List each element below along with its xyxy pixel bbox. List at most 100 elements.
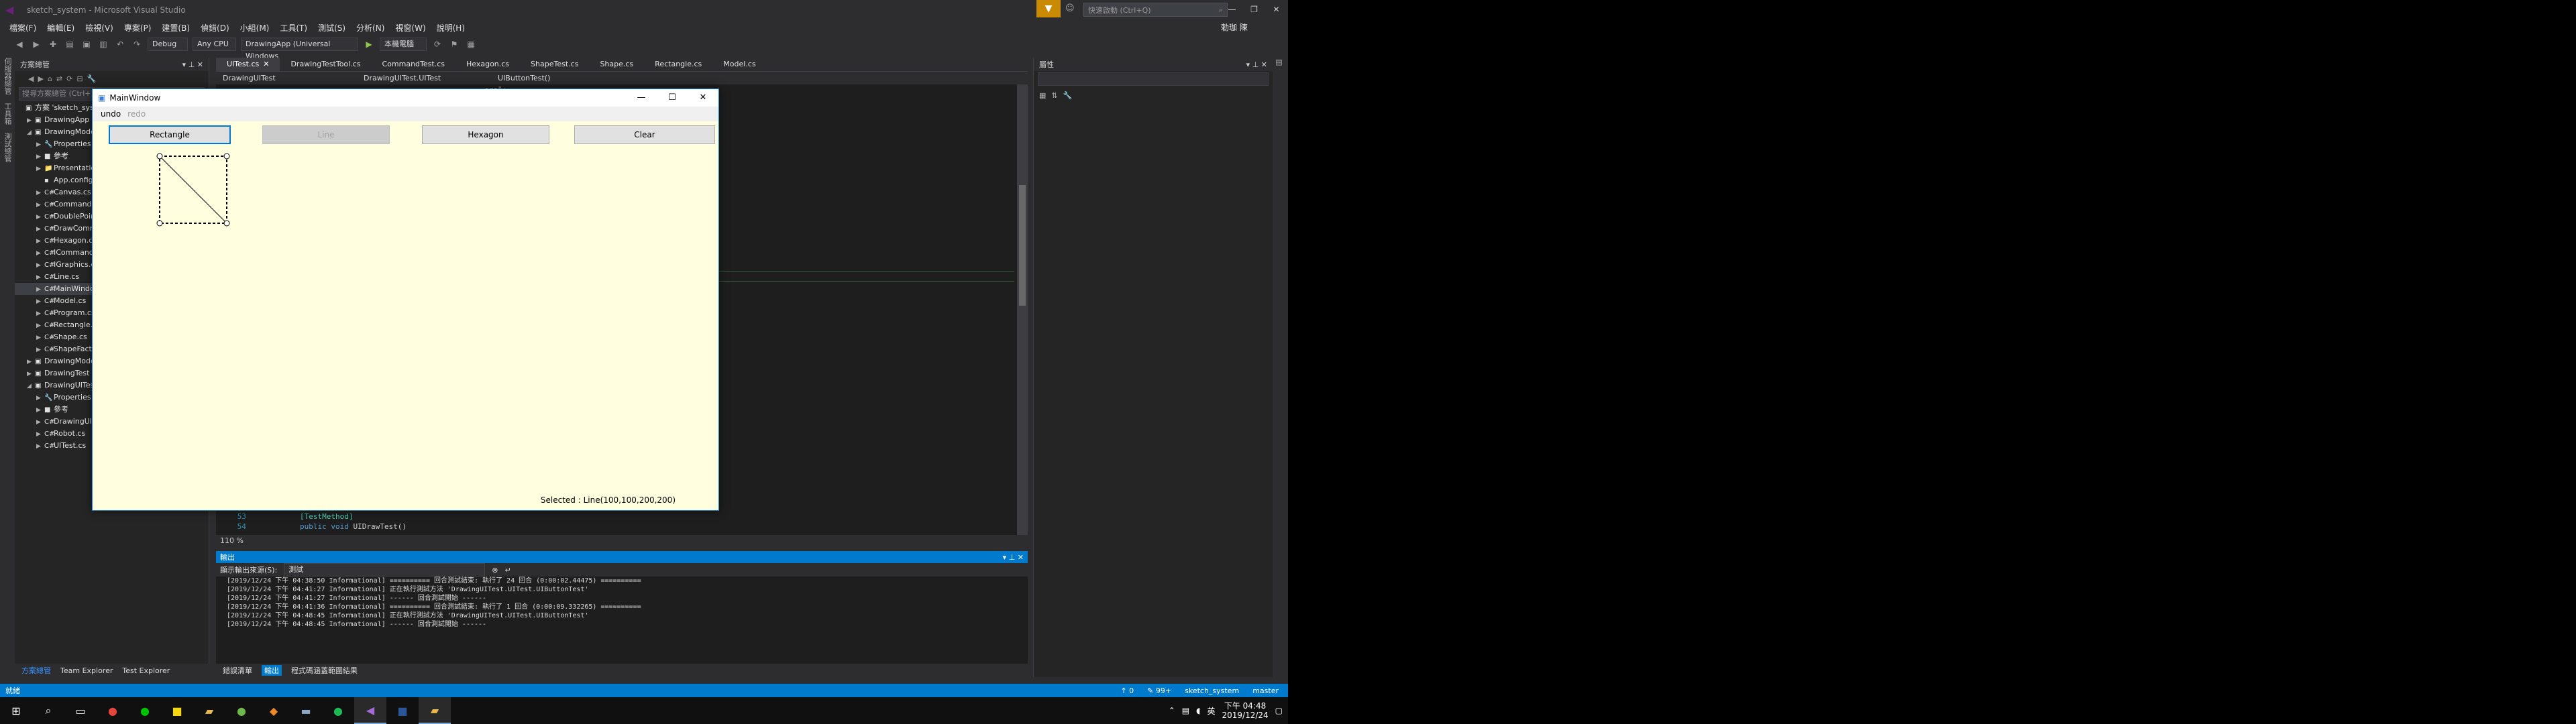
expand-icon[interactable]: ▶ xyxy=(36,332,44,344)
document-tab[interactable]: Rectangle.cs xyxy=(644,58,712,71)
document-tab[interactable]: CommandTest.cs xyxy=(372,58,455,71)
forward-icon[interactable]: ▶ xyxy=(30,38,42,50)
output-tab[interactable]: 輸出 xyxy=(262,665,282,676)
expand-icon[interactable]: ▶ xyxy=(36,272,44,284)
menu-item[interactable]: 工具(T) xyxy=(274,22,313,34)
menu-item[interactable]: 說明(H) xyxy=(431,22,470,34)
feedback-icon[interactable]: ☺ xyxy=(1065,3,1077,15)
clear-output-icon[interactable]: ⊗ xyxy=(492,566,498,575)
tray-arrow-icon[interactable]: ⌃ xyxy=(1169,706,1175,715)
scroll-thumb[interactable] xyxy=(1019,185,1026,306)
notifications-tab[interactable]: ▤ xyxy=(1273,54,1285,70)
test-explorer-tab[interactable]: 測試總管 xyxy=(0,129,15,166)
menu-item[interactable]: 檢視(V) xyxy=(80,22,119,34)
menu-item[interactable]: 視窗(W) xyxy=(390,22,431,34)
expand-icon[interactable]: ▶ xyxy=(36,344,44,356)
toolbox-tab[interactable]: 工具箱 xyxy=(0,99,15,129)
output-tab[interactable]: 程式碼涵蓋範圍結果 xyxy=(291,665,358,676)
resize-handle[interactable] xyxy=(156,153,163,160)
expand-icon[interactable]: ▶ xyxy=(36,163,44,175)
spotify-icon[interactable]: ● xyxy=(322,697,354,724)
new-project-icon[interactable]: ✚ xyxy=(47,38,59,50)
save-all-icon[interactable]: ▥ xyxy=(97,38,109,50)
expand-icon[interactable]: ▶ xyxy=(36,151,44,163)
back-icon[interactable]: ◀ xyxy=(28,74,34,83)
platform-dropdown[interactable]: Any CPU xyxy=(193,38,236,51)
browser-link-icon[interactable]: ⟳ xyxy=(431,38,443,50)
home-icon[interactable]: ⌂ xyxy=(48,74,52,83)
volume-icon[interactable]: ◖ xyxy=(1196,706,1200,715)
publish-count[interactable]: ↑ 0 xyxy=(1114,686,1140,695)
menu-item[interactable]: 測試(S) xyxy=(313,22,351,34)
forward-icon[interactable]: ▶ xyxy=(38,74,43,83)
project-dropdown[interactable]: DrawingUITest xyxy=(216,72,357,85)
server-explorer-tab[interactable]: 伺服器總管 xyxy=(0,54,15,99)
sublime-icon[interactable]: ◆ xyxy=(258,697,290,724)
task-view-icon[interactable]: ▭ xyxy=(64,697,97,724)
word-icon[interactable]: ■ xyxy=(386,697,419,724)
expand-icon[interactable]: ▶ xyxy=(27,368,35,380)
pending-changes[interactable]: ✎ 99+ xyxy=(1140,686,1178,695)
network-icon[interactable]: ▤ xyxy=(1182,706,1189,715)
startup-project-dropdown[interactable]: DrawingApp (Universal Windows xyxy=(241,38,358,60)
user-name[interactable]: 勅珈 陳 xyxy=(1221,21,1248,33)
expand-icon[interactable]: ▶ xyxy=(36,139,44,151)
menu-item[interactable]: 偵錯(D) xyxy=(195,22,235,34)
visual-studio-taskbar-icon[interactable]: ◀ xyxy=(354,697,386,724)
expand-icon[interactable]: ▶ xyxy=(36,235,44,247)
configuration-dropdown[interactable]: Debug xyxy=(148,38,188,51)
repo-name[interactable]: sketch_system xyxy=(1178,686,1246,695)
minimize-button[interactable]: — xyxy=(1221,0,1243,19)
expand-icon[interactable]: ◢ xyxy=(27,380,35,392)
categorized-icon[interactable]: ▦ xyxy=(1039,91,1046,100)
file-explorer-icon[interactable]: ▰ xyxy=(193,697,225,724)
notification-filter-icon[interactable]: ▼ xyxy=(1036,0,1061,17)
expand-icon[interactable]: ▶ xyxy=(36,320,44,332)
branch-name[interactable]: master xyxy=(1246,686,1288,695)
expand-icon[interactable]: ▶ xyxy=(36,404,44,416)
expand-icon[interactable]: ▶ xyxy=(27,115,35,127)
drawing-app-taskbar-icon[interactable]: ▰ xyxy=(419,697,451,724)
bookmark-icon[interactable]: ⚑ xyxy=(448,38,460,50)
panel-pin-icon[interactable]: ▾ ⊥ ✕ xyxy=(1003,553,1024,562)
menu-item[interactable]: 編輯(E) xyxy=(42,22,80,34)
expand-icon[interactable]: ◢ xyxy=(27,127,35,139)
back-icon[interactable]: ◀ xyxy=(13,38,25,50)
menu-item[interactable]: 小組(M) xyxy=(235,22,275,34)
bottom-tab[interactable]: 方案總管 xyxy=(21,665,51,676)
expand-icon[interactable]: ▶ xyxy=(36,199,44,211)
expand-icon[interactable]: ▶ xyxy=(36,392,44,404)
expand-icon[interactable]: ▶ xyxy=(36,416,44,428)
expand-icon[interactable]: ▶ xyxy=(36,247,44,259)
drawn-line[interactable] xyxy=(159,156,227,224)
close-button[interactable]: ✕ xyxy=(1265,0,1287,19)
member-dropdown[interactable]: UIButtonTest() xyxy=(491,72,557,85)
bottom-tab[interactable]: Test Explorer xyxy=(122,666,170,675)
comment-icon[interactable]: ▦ xyxy=(465,38,477,50)
menu-item[interactable]: 建置(B) xyxy=(156,22,195,34)
line-icon[interactable]: ● xyxy=(129,697,161,724)
output-tab[interactable]: 錯誤清單 xyxy=(223,665,252,676)
start-icon[interactable]: ⊞ xyxy=(0,697,32,724)
action-center-icon[interactable]: ▢ xyxy=(1275,706,1283,715)
expand-icon[interactable]: ▶ xyxy=(36,308,44,320)
undo-icon[interactable]: ↶ xyxy=(114,38,126,50)
expand-icon[interactable]: ▶ xyxy=(36,211,44,223)
property-pages-icon[interactable]: 🔧 xyxy=(1063,91,1073,100)
class-dropdown[interactable]: DrawingUITest.UITest xyxy=(357,72,491,85)
menu-item[interactable]: 專案(P) xyxy=(119,22,157,34)
expand-icon[interactable]: ▶ xyxy=(36,428,44,440)
properties-object-dropdown[interactable] xyxy=(1038,72,1269,86)
document-tab[interactable]: UITest.cs ✕ xyxy=(216,58,280,71)
expand-icon[interactable]: ▶ xyxy=(36,259,44,272)
editor-scrollbar[interactable] xyxy=(1017,84,1028,535)
search-icon[interactable]: ⌕ xyxy=(32,697,64,724)
expand-icon[interactable]: ▶ xyxy=(36,440,44,452)
drawing-canvas[interactable] xyxy=(93,89,720,511)
expand-icon[interactable]: ▶ xyxy=(36,223,44,235)
quick-launch-search[interactable]: 快速啟動 (Ctrl+Q) ⌕ xyxy=(1083,3,1228,17)
document-tab[interactable]: Hexagon.cs xyxy=(455,58,520,71)
editor-zoom[interactable]: 110 % xyxy=(216,535,1028,547)
resize-handle[interactable] xyxy=(223,153,230,160)
ime-indicator[interactable]: 英 xyxy=(1207,705,1215,717)
